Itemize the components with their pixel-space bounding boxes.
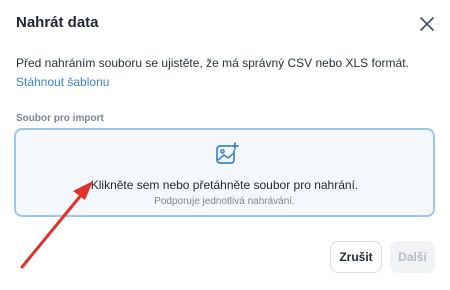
- dropzone-instruction: Klikněte sem nebo přetáhněte soubor pro …: [90, 178, 359, 192]
- upload-dialog: Nahrát data Před nahráním souboru se uji…: [0, 0, 450, 290]
- file-dropzone[interactable]: Klikněte sem nebo přetáhněte soubor pro …: [14, 128, 435, 217]
- cancel-button[interactable]: Zrušit: [330, 241, 382, 273]
- close-icon: [420, 17, 434, 31]
- download-template-link[interactable]: Stáhnout šablonu: [16, 75, 109, 89]
- next-button[interactable]: Další: [390, 241, 435, 273]
- dropzone-hint: Podporuje jednotlivá nahrávání.: [154, 196, 295, 207]
- image-upload-icon: [216, 142, 239, 164]
- dialog-description: Před nahráním souboru se ujistěte, že má…: [16, 54, 421, 92]
- description-text: Před nahráním souboru se ujistěte, že má…: [16, 56, 409, 70]
- close-button[interactable]: [416, 13, 438, 35]
- dialog-title: Nahrát data: [16, 14, 99, 31]
- import-file-label: Soubor pro import: [16, 113, 104, 124]
